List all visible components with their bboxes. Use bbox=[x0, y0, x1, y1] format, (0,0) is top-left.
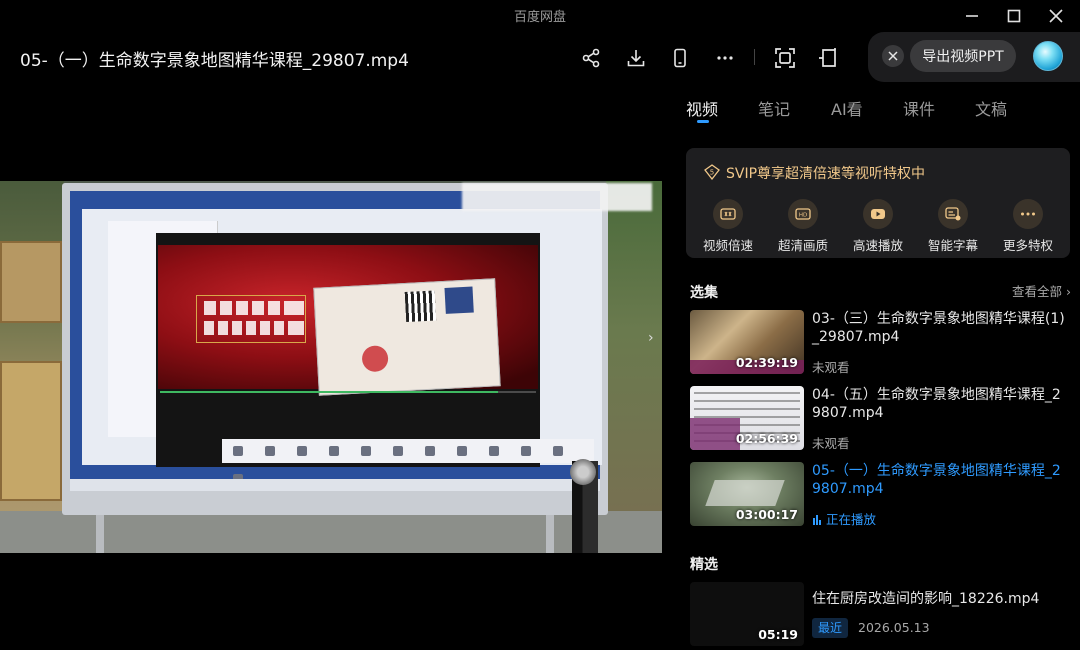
file-title: 05-（一）生命数字景象地图精华课程_29807.mp4 bbox=[20, 51, 409, 71]
tab-courseware[interactable]: 课件 bbox=[903, 96, 935, 120]
wall-plaque bbox=[0, 361, 62, 501]
player-header: 05-（一）生命数字景象地图精华课程_29807.mp4 导出视频PPT bbox=[0, 32, 1080, 84]
tab-transcript[interactable]: 文稿 bbox=[975, 96, 1007, 120]
header-divider bbox=[754, 49, 755, 65]
feature-subtitle[interactable]: 智能字幕 bbox=[925, 199, 981, 254]
download-icon bbox=[627, 50, 645, 67]
recent-badge: 最近 bbox=[812, 618, 849, 638]
feature-fast-play[interactable]: 高速播放 bbox=[850, 199, 906, 254]
video-thumbnail: 02:39:19 bbox=[690, 310, 804, 374]
screenshot-button[interactable] bbox=[771, 44, 799, 72]
wall-plaque bbox=[0, 241, 62, 323]
ppt-close-button[interactable] bbox=[882, 45, 904, 67]
video-player[interactable]: › bbox=[0, 84, 662, 650]
speed-icon bbox=[713, 199, 743, 229]
screenshot-icon bbox=[775, 48, 795, 68]
watch-status: 未观看 bbox=[812, 360, 850, 375]
phone-icon bbox=[674, 48, 686, 68]
active-tab-indicator bbox=[697, 120, 709, 123]
maximize-button[interactable] bbox=[1000, 4, 1028, 28]
playing-bars-icon bbox=[813, 515, 821, 525]
more-button[interactable] bbox=[711, 44, 739, 72]
subtitle-icon bbox=[938, 199, 968, 229]
svg-text:5: 5 bbox=[710, 169, 714, 177]
svg-text:HD: HD bbox=[799, 213, 807, 219]
featured-date: 2026.05.13 bbox=[858, 620, 930, 635]
video-thumbnail: 02:56:39 bbox=[690, 386, 804, 450]
feature-more[interactable]: 更多特权 bbox=[1000, 199, 1056, 254]
more-icon bbox=[717, 56, 733, 60]
tab-video[interactable]: 视频 bbox=[686, 96, 718, 120]
playlist-item-name: 04-（五）生命数字景象地图精华课程_29807.mp4 bbox=[812, 387, 1061, 421]
featured-item[interactable]: 05:19 住在厨房改造间的影响_18226.mp4 bbox=[690, 582, 1070, 648]
see-all-link[interactable]: 查看全部 › bbox=[1012, 281, 1071, 300]
playlist-item-current[interactable]: 03:00:17 05-（一）生命数字景象地图精华课程_29807.mp4 正在… bbox=[690, 462, 1070, 528]
video-frame bbox=[0, 181, 662, 553]
duration-label: 02:39:19 bbox=[735, 355, 798, 370]
duration-label: 03:00:17 bbox=[735, 507, 798, 522]
feature-speed[interactable]: 视频倍速 bbox=[700, 199, 756, 254]
chevron-right-icon[interactable]: › bbox=[648, 330, 654, 346]
close-button[interactable] bbox=[1042, 4, 1070, 28]
close-icon bbox=[1049, 9, 1063, 23]
maximize-icon bbox=[1007, 9, 1021, 23]
title-bar: 百度网盘 bbox=[0, 0, 1080, 32]
share-icon bbox=[582, 48, 600, 68]
share-button[interactable] bbox=[577, 44, 605, 72]
download-button[interactable] bbox=[622, 44, 650, 72]
video-thumbnail: 03:00:17 bbox=[690, 462, 804, 526]
svip-title: SVIP尊享超清倍速等视听特权中 bbox=[726, 166, 926, 182]
featured-item-name: 住在厨房改造间的影响_18226.mp4 bbox=[812, 591, 1040, 607]
duration-label: 02:56:39 bbox=[735, 431, 798, 446]
watch-status: 未观看 bbox=[812, 436, 850, 451]
duration-label: 05:19 bbox=[758, 627, 798, 642]
phone-button[interactable] bbox=[666, 44, 694, 72]
certificate-image bbox=[313, 278, 501, 396]
minimize-icon bbox=[966, 15, 978, 17]
popout-icon bbox=[819, 48, 836, 67]
video-thumbnail: 05:19 bbox=[690, 582, 804, 646]
hd-icon: HD bbox=[788, 199, 818, 229]
playlist-title: 选集 bbox=[690, 285, 718, 301]
tab-ai[interactable]: AI看 bbox=[831, 96, 863, 120]
featured-title: 精选 bbox=[690, 557, 718, 573]
more-dots-icon bbox=[1013, 199, 1043, 229]
feature-hd[interactable]: HD 超清画质 bbox=[775, 199, 831, 254]
watch-status: 正在播放 bbox=[812, 509, 876, 528]
close-small-icon bbox=[888, 51, 898, 61]
svip-diamond-icon: 5 bbox=[704, 164, 720, 180]
popout-button[interactable] bbox=[815, 44, 843, 72]
chevron-right-icon: › bbox=[1066, 284, 1071, 299]
playlist-item[interactable]: 02:39:19 03-（三）生命数字景象地图精华课程(1)_29807.mp4… bbox=[690, 310, 1070, 376]
tab-notes[interactable]: 笔记 bbox=[758, 96, 790, 120]
app-title: 百度网盘 bbox=[513, 10, 566, 25]
avatar[interactable] bbox=[1033, 41, 1063, 71]
playlist-item-name: 05-（一）生命数字景象地图精华课程_29807.mp4 bbox=[812, 463, 1061, 497]
playlist-item-name: 03-（三）生命数字景象地图精华课程(1)_29807.mp4 bbox=[812, 311, 1065, 345]
export-ppt-button[interactable]: 导出视频PPT bbox=[910, 40, 1016, 72]
playlist-item[interactable]: 02:56:39 04-（五）生命数字景象地图精华课程_29807.mp4 未观… bbox=[690, 386, 1070, 452]
fast-play-icon bbox=[863, 199, 893, 229]
minimize-button[interactable] bbox=[958, 4, 986, 28]
